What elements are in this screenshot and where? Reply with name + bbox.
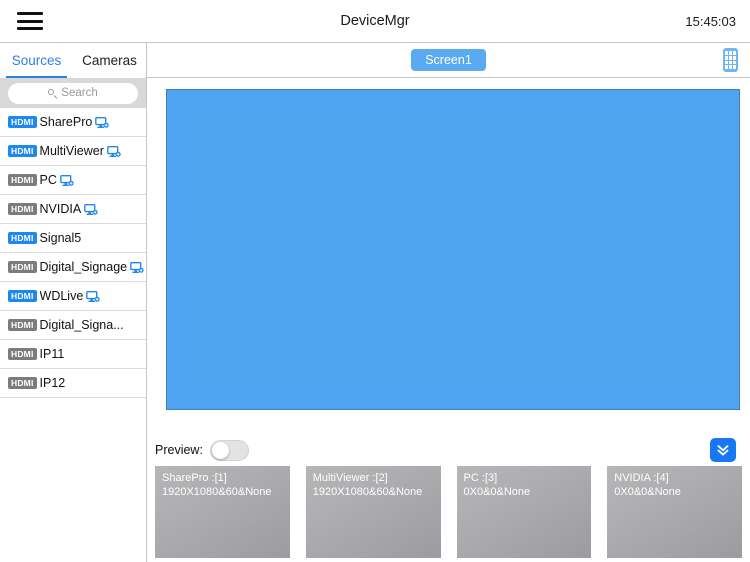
sidebar: Sources Cameras Search HDMI SharePro HDMI M… xyxy=(0,43,147,562)
search-input[interactable]: Search xyxy=(8,82,138,104)
screen-tab-screen1[interactable]: Screen1 xyxy=(411,49,486,71)
thumbnail-title: MultiViewer :[2] xyxy=(312,472,388,484)
source-type-badge: HDMI xyxy=(8,348,37,360)
source-thumbnail[interactable]: NVIDIA :[4] 0X0&0&None xyxy=(607,466,742,558)
monitor-add-icon[interactable] xyxy=(84,203,98,215)
source-list-item[interactable]: HDMI IP11 xyxy=(0,340,146,369)
search-icon xyxy=(48,88,57,98)
source-type-badge: HDMI xyxy=(8,232,37,244)
source-type-badge: HDMI xyxy=(8,290,37,302)
preview-toggle[interactable] xyxy=(209,439,249,461)
source-thumbnail[interactable]: PC :[3] 0X0&0&None xyxy=(456,466,592,558)
source-label: MultiViewer xyxy=(39,144,104,158)
search-placeholder: Search xyxy=(61,87,98,99)
remote-key xyxy=(725,55,728,60)
tab-sources-label: Sources xyxy=(11,53,62,68)
source-label: Digital_Signage xyxy=(39,260,128,274)
source-list-item[interactable]: HDMI Signal5 xyxy=(0,224,146,253)
remote-key xyxy=(725,60,728,65)
remote-key xyxy=(725,65,728,69)
source-list-item[interactable]: HDMI IP12 xyxy=(0,369,146,398)
remote-key xyxy=(733,65,736,69)
source-label: SharePro xyxy=(39,115,93,129)
monitor-add-icon[interactable] xyxy=(130,261,144,273)
chevron-double-down-icon xyxy=(717,445,729,456)
monitor-icon xyxy=(84,204,98,215)
clock-label: 15:45:03 xyxy=(685,13,736,29)
source-type-badge: HDMI xyxy=(8,319,37,331)
remote-key xyxy=(733,55,736,60)
remote-key xyxy=(729,51,732,55)
source-type-badge: HDMI xyxy=(8,174,37,186)
remote-key xyxy=(729,55,732,60)
page-title: DeviceMgr xyxy=(340,13,410,29)
monitor-icon xyxy=(86,291,100,302)
source-type-badge: HDMI xyxy=(8,377,37,389)
screen-canvas[interactable] xyxy=(166,89,740,410)
source-list-item[interactable]: HDMI PC xyxy=(0,166,146,195)
monitor-icon xyxy=(130,262,144,273)
monitor-add-icon[interactable] xyxy=(107,145,121,157)
remote-key xyxy=(733,51,736,55)
monitor-icon xyxy=(95,117,110,128)
source-list-item[interactable]: HDMI SharePro xyxy=(0,108,146,137)
source-list-item[interactable]: HDMI Digital_Signage xyxy=(0,253,146,282)
body-split: Sources Cameras Search HDMI SharePro HDMI M… xyxy=(0,43,750,562)
main-panel: Screen1 Preview: SharePro:[1] 1920X1080… xyxy=(147,43,750,562)
top-bar: DeviceMgr 15:45:03 xyxy=(0,0,750,43)
preview-label: Preview: xyxy=(155,443,203,457)
device-manager-app: DeviceMgr 15:45:03 Sources Cameras Searc… xyxy=(0,0,750,562)
canvas-area xyxy=(147,78,750,434)
tab-cameras[interactable]: Cameras xyxy=(73,43,146,78)
source-label: IP11 xyxy=(39,347,65,361)
thumbnail-details: 0X0&0&None xyxy=(463,486,531,498)
thumbnail-title: NVIDIA :[4] xyxy=(614,472,669,484)
source-label: Signal5 xyxy=(39,231,82,245)
screen-tab-bar: Screen1 xyxy=(147,43,750,78)
thumbnail-details: 0X0&0&None xyxy=(614,486,681,498)
thumbnail-strip: SharePro :[1] 1920X1080&60&None MultiViewe… xyxy=(147,466,750,562)
tab-sources[interactable]: Sources xyxy=(0,43,73,78)
collapse-panel-button[interactable] xyxy=(710,438,736,462)
source-list-item[interactable]: HDMI WDLive xyxy=(0,282,146,311)
preview-toggle-knob xyxy=(211,441,229,459)
monitor-icon xyxy=(107,146,121,157)
source-list[interactable]: HDMI SharePro HDMI MultiViewer HDMI PC HDMI NVI… xyxy=(0,108,146,562)
sidebar-tabs: Sources Cameras xyxy=(0,43,146,78)
remote-key xyxy=(729,65,732,69)
source-label: Digital_Signa... xyxy=(39,318,124,332)
source-label: IP12 xyxy=(39,376,66,390)
source-label: NVIDIA xyxy=(39,202,82,216)
preview-row: Preview: xyxy=(147,434,750,466)
source-type-badge: HDMI xyxy=(8,203,37,215)
source-type-badge: HDMI xyxy=(8,116,37,128)
source-list-item[interactable]: HDMI Digital_Signa... xyxy=(0,311,146,340)
monitor-add-icon[interactable] xyxy=(86,290,100,302)
source-type-badge: HDMI xyxy=(8,145,37,157)
remote-control-icon[interactable] xyxy=(723,48,738,72)
source-list-item[interactable]: HDMI MultiViewer xyxy=(0,137,146,166)
thumbnail-details: 1920X1080&60&None xyxy=(312,486,423,498)
thumbnail-title: SharePro :[1] xyxy=(162,472,227,484)
thumbnail-title: PC :[3] xyxy=(463,472,498,484)
source-type-badge: HDMI xyxy=(8,261,37,273)
remote-key xyxy=(733,60,736,65)
tab-cameras-label: Cameras xyxy=(82,53,137,68)
monitor-add-icon[interactable] xyxy=(60,174,74,186)
source-thumbnail[interactable]: SharePro :[1] 1920X1080&60&None xyxy=(155,466,290,558)
thumbnail-details: 1920X1080&60&None xyxy=(162,486,272,498)
source-thumbnail[interactable]: MultiViewer :[2] 1920X1080&60&None xyxy=(305,466,441,558)
remote-key xyxy=(729,60,732,65)
source-label: WDLive xyxy=(39,289,84,303)
search-bar: Search xyxy=(0,78,146,108)
monitor-icon xyxy=(60,175,74,186)
source-list-item[interactable]: HDMI NVIDIA xyxy=(0,195,146,224)
monitor-add-icon[interactable] xyxy=(95,116,110,128)
remote-key xyxy=(725,51,728,55)
source-label: PC xyxy=(39,173,57,187)
